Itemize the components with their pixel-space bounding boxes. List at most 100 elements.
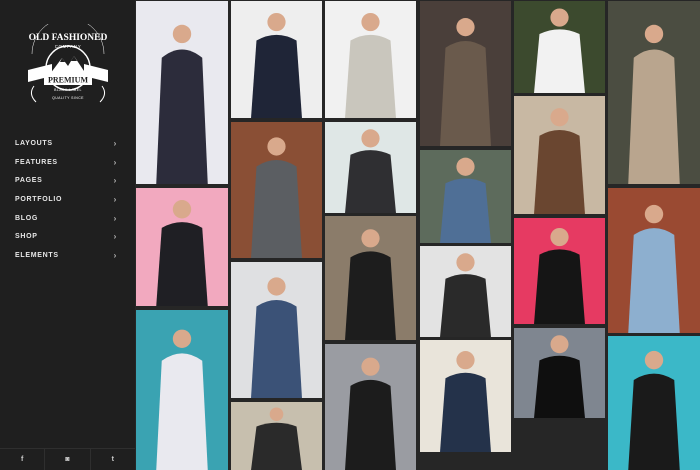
model-figure <box>156 49 208 184</box>
model-head <box>267 277 286 296</box>
nav-label: ELEMENTS <box>15 252 59 260</box>
photo-placeholder <box>231 262 322 398</box>
nav-item-layouts[interactable]: LAYOUTS › <box>0 135 135 154</box>
photo-placeholder <box>514 218 605 324</box>
brand-name-text: PREMIUM <box>48 76 88 85</box>
brand-tag-text: BLACK LABEL <box>54 88 82 92</box>
photo-placeholder <box>420 150 511 243</box>
model-head <box>361 229 380 248</box>
brand-logo-mark: OLD FASHIONED COMPANY PREMIUM BLACK LABE… <box>28 24 108 103</box>
brand-bottom-text: QUALITY SINCE <box>52 96 84 100</box>
model-head <box>172 200 192 219</box>
photo-placeholder <box>420 246 511 337</box>
gallery-item-woman-white-tee-bag[interactable] <box>136 1 228 184</box>
twitter-glyph: t <box>111 456 114 463</box>
social-bar: f ◙ t <box>0 448 135 470</box>
model-figure <box>534 29 585 93</box>
model-figure <box>251 300 302 398</box>
photo-placeholder <box>514 96 605 214</box>
chevron-right-icon: › <box>113 232 117 242</box>
model-head <box>456 351 475 370</box>
nav-label: BLOG <box>15 214 39 222</box>
nav-item-blog[interactable]: BLOG › <box>0 210 135 229</box>
model-figure <box>345 34 396 118</box>
gallery-item-woman-sunglasses-bag[interactable] <box>325 344 416 470</box>
model-head <box>644 350 664 370</box>
gallery-item-man-grey-tee[interactable] <box>325 1 416 118</box>
facebook-glyph: f <box>20 456 24 463</box>
gallery-item-woman-pattern-bodysuit[interactable] <box>420 246 511 337</box>
model-head <box>267 137 286 156</box>
nav-item-shop[interactable]: SHOP › <box>0 228 135 247</box>
model-figure <box>628 228 680 333</box>
model-head <box>644 24 664 44</box>
gallery-item-man-bomber-jacket[interactable] <box>231 1 322 118</box>
nav-label: PAGES <box>15 177 43 185</box>
model-figure <box>628 373 680 470</box>
model-head <box>456 18 475 37</box>
gallery-item-man-white-shirt-bowtie[interactable] <box>514 1 605 93</box>
model-head <box>267 12 286 32</box>
nav-item-portfolio[interactable]: PORTFOLIO › <box>0 191 135 210</box>
chevron-right-icon: › <box>113 157 117 167</box>
model-head <box>456 253 475 272</box>
gallery-item-woman-red-cap-teal[interactable] <box>136 310 228 470</box>
main-nav: LAYOUTS › FEATURES › PAGES › PORTFOLIO › BLO… <box>0 135 135 266</box>
model-figure <box>251 160 302 258</box>
chevron-right-icon: › <box>113 251 117 261</box>
gallery-item-woman-brick-cap[interactable] <box>608 188 700 333</box>
model-head <box>361 12 380 32</box>
gallery-item-woman-skateboard[interactable] <box>325 122 416 213</box>
chevron-right-icon: › <box>113 176 117 186</box>
model-figure <box>251 34 302 118</box>
model-figure <box>345 251 396 340</box>
model-figure <box>345 150 396 213</box>
instagram-icon[interactable]: ◙ <box>45 449 91 470</box>
gallery-item-woman-floral-dress[interactable] <box>608 1 700 184</box>
model-figure <box>534 249 585 324</box>
model-figure <box>534 130 585 214</box>
photo-placeholder <box>231 1 322 118</box>
gallery-item-woman-denim-skateboard[interactable] <box>420 340 511 452</box>
photo-placeholder <box>325 122 416 213</box>
model-head <box>456 157 475 176</box>
gallery-item-woman-wavy-hair[interactable] <box>231 402 322 470</box>
model-figure <box>156 222 208 306</box>
nav-item-pages[interactable]: PAGES › <box>0 172 135 191</box>
facebook-icon[interactable]: f <box>0 449 46 470</box>
nav-label: FEATURES <box>15 158 58 166</box>
gallery-item-woman-striped-top[interactable] <box>325 216 416 340</box>
twitter-icon[interactable]: t <box>91 449 135 470</box>
gallery-item-woman-black-hair-profile[interactable] <box>514 328 605 418</box>
sidebar: OLD FASHIONED COMPANY PREMIUM BLACK LABE… <box>0 0 135 470</box>
gallery-item-man-vest-teal[interactable] <box>608 336 700 470</box>
model-head <box>361 357 380 376</box>
model-head <box>172 329 192 348</box>
instagram-glyph: ◙ <box>65 456 70 463</box>
photo-placeholder <box>325 216 416 340</box>
gallery-item-woman-denim-beanie[interactable] <box>420 150 511 243</box>
nav-item-features[interactable]: FEATURES › <box>0 154 135 173</box>
brand-top-text: OLD FASHIONED <box>29 33 108 43</box>
model-figure <box>534 355 585 418</box>
photo-placeholder <box>136 1 228 184</box>
nav-label: LAYOUTS <box>15 140 53 147</box>
model-head <box>361 129 380 148</box>
chevron-right-icon: › <box>113 195 117 205</box>
nav-label: PORTFOLIO <box>15 196 63 204</box>
model-head <box>550 108 569 127</box>
chevron-right-icon: › <box>113 213 117 223</box>
photo-placeholder <box>514 328 605 418</box>
model-head <box>550 8 569 27</box>
gallery-item-woman-blonde-hat-denim[interactable] <box>231 262 322 398</box>
gallery-item-man-grey-suit[interactable] <box>420 1 511 146</box>
nav-item-elements[interactable]: ELEMENTS › <box>0 247 135 266</box>
model-figure <box>440 274 491 337</box>
gallery-item-man-brick-wall-hat[interactable] <box>231 122 322 258</box>
gallery-item-woman-hat-bag-head[interactable] <box>514 96 605 214</box>
photo-placeholder <box>136 188 228 306</box>
brand-logo[interactable]: OLD FASHIONED COMPANY PREMIUM BLACK LABE… <box>22 24 114 106</box>
nav-label: SHOP <box>15 233 38 241</box>
gallery-item-woman-pink-tray[interactable] <box>136 188 228 306</box>
gallery-item-woman-pink-wall[interactable] <box>514 218 605 324</box>
